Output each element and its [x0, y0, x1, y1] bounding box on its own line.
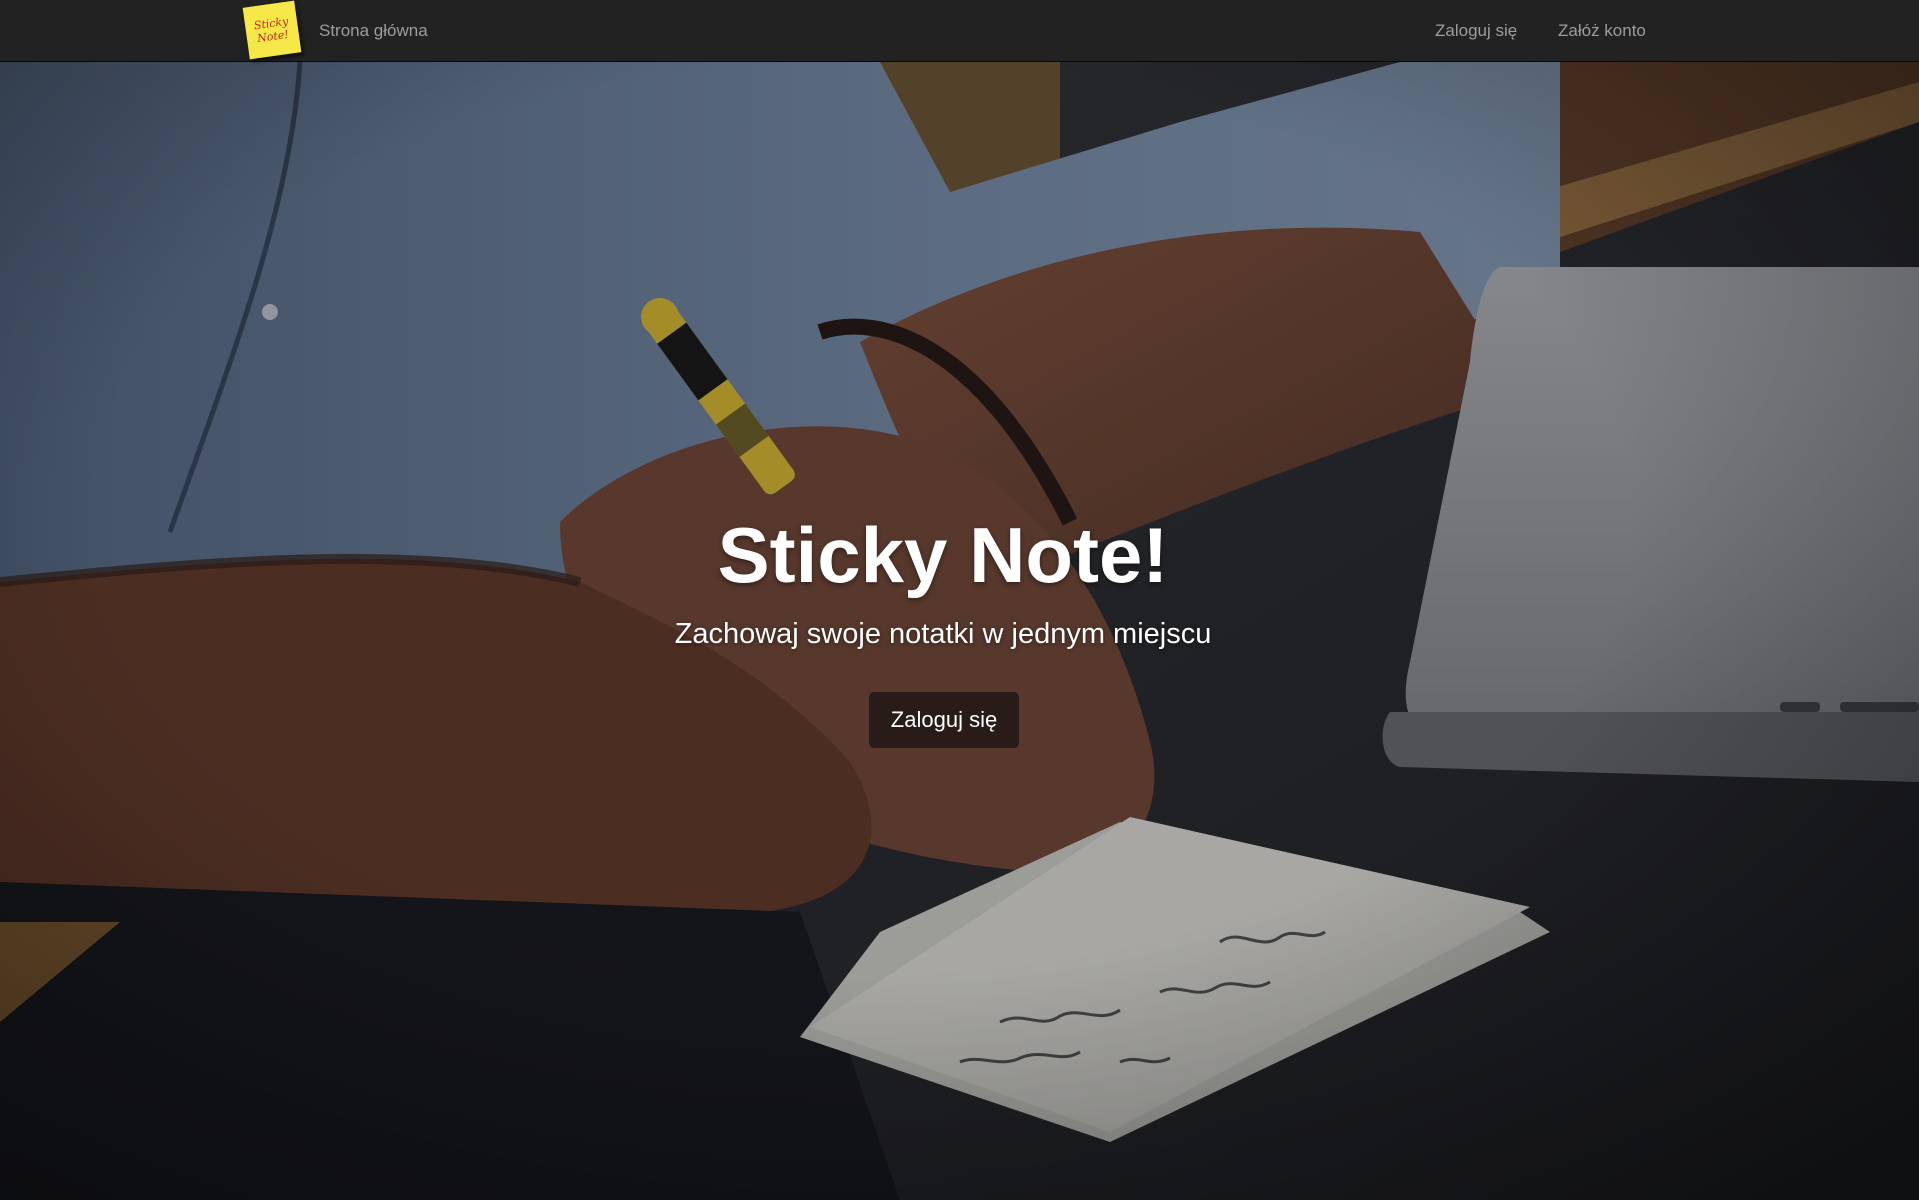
- nav-home-link[interactable]: Strona główna: [319, 0, 428, 62]
- hero-title: Sticky Note!: [717, 511, 1169, 599]
- logo-text-line2: Note!: [256, 27, 290, 46]
- sticky-note-logo[interactable]: Sticky Note!: [242, 0, 302, 60]
- navbar: Sticky Note! Strona główna Zaloguj się Z…: [0, 0, 1919, 62]
- nav-register-link[interactable]: Załóż konto: [1558, 0, 1646, 62]
- hero-section: Sticky Note! Zachowaj swoje notatki w je…: [0, 62, 1919, 1200]
- hero-login-button[interactable]: Zaloguj się: [869, 692, 1019, 748]
- nav-login-link[interactable]: Zaloguj się: [1435, 0, 1517, 62]
- hero-subtitle: Zachowaj swoje notatki w jednym miejscu: [674, 618, 1212, 650]
